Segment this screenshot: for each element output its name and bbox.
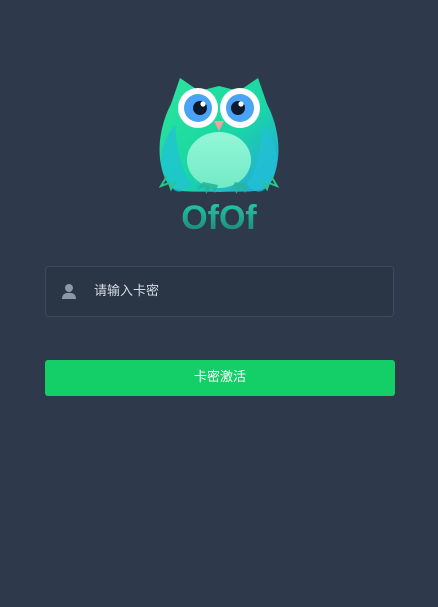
logo-text: OfOf — [181, 199, 257, 237]
card-activation-screen: OfOf 卡密激活 — [0, 0, 438, 607]
brand-logo: OfOf — [145, 72, 293, 240]
user-icon — [62, 284, 76, 299]
card-input-field[interactable] — [45, 266, 394, 317]
card-input[interactable] — [94, 267, 374, 316]
owl-logo-icon: OfOf — [158, 78, 280, 237]
activate-card-button[interactable]: 卡密激活 — [45, 360, 395, 396]
